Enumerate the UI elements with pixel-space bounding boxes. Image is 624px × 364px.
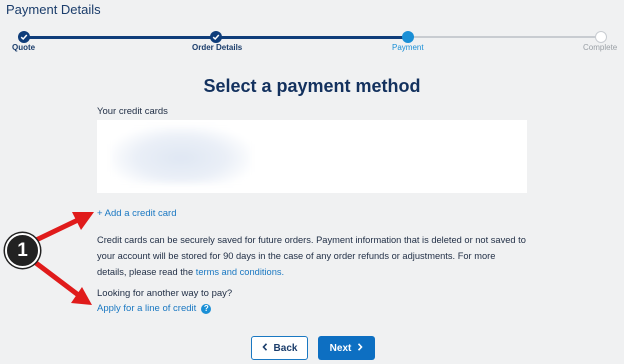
apply-line-of-credit-label: Apply for a line of credit bbox=[97, 303, 197, 314]
back-button[interactable]: Back bbox=[251, 336, 308, 360]
section-heading: Select a payment method bbox=[203, 76, 421, 96]
arrow-to-line-of-credit bbox=[29, 257, 92, 305]
credit-cards-label: Your credit cards bbox=[97, 106, 168, 117]
page-title: Payment Details bbox=[6, 2, 101, 17]
question-circle-icon[interactable]: ? bbox=[201, 303, 212, 314]
step-order-details-check-icon bbox=[210, 31, 222, 43]
progress-stepper: Quote Order Details Payment Complete bbox=[0, 28, 624, 58]
stepper-line-completed bbox=[24, 36, 216, 39]
card-storage-info: Credit cards can be securely saved for f… bbox=[97, 232, 527, 280]
card-storage-info-text: Credit cards can be securely saved for f… bbox=[97, 235, 526, 277]
step-payment-dot bbox=[402, 31, 414, 43]
stepper-line-pending bbox=[408, 36, 601, 38]
step-number-marker: 1 bbox=[5, 233, 40, 268]
next-button-label: Next bbox=[329, 342, 352, 354]
terms-and-conditions-link[interactable]: terms and conditions. bbox=[196, 267, 284, 277]
apply-line-of-credit-link[interactable]: Apply for a line of credit ? bbox=[97, 303, 212, 314]
step-complete-dot bbox=[595, 31, 607, 43]
step-label-quote: Quote bbox=[12, 43, 36, 52]
saved-credit-cards-panel bbox=[97, 120, 527, 193]
step-label-order-details: Order Details bbox=[192, 43, 243, 52]
blurred-card-info bbox=[111, 126, 251, 184]
chevron-right-icon bbox=[357, 342, 363, 354]
step-label-payment: Payment bbox=[392, 43, 424, 52]
other-payment-label: Looking for another way to pay? bbox=[97, 288, 233, 299]
step-quote-check-icon bbox=[18, 31, 30, 43]
add-credit-card-link[interactable]: + Add a credit card bbox=[97, 208, 176, 219]
back-button-label: Back bbox=[273, 342, 298, 354]
stepper-line-completed bbox=[216, 36, 408, 39]
arrow-to-add-card bbox=[29, 212, 94, 245]
step-label-complete: Complete bbox=[583, 43, 618, 52]
next-button[interactable]: Next bbox=[318, 336, 375, 360]
chevron-left-icon bbox=[261, 342, 268, 354]
